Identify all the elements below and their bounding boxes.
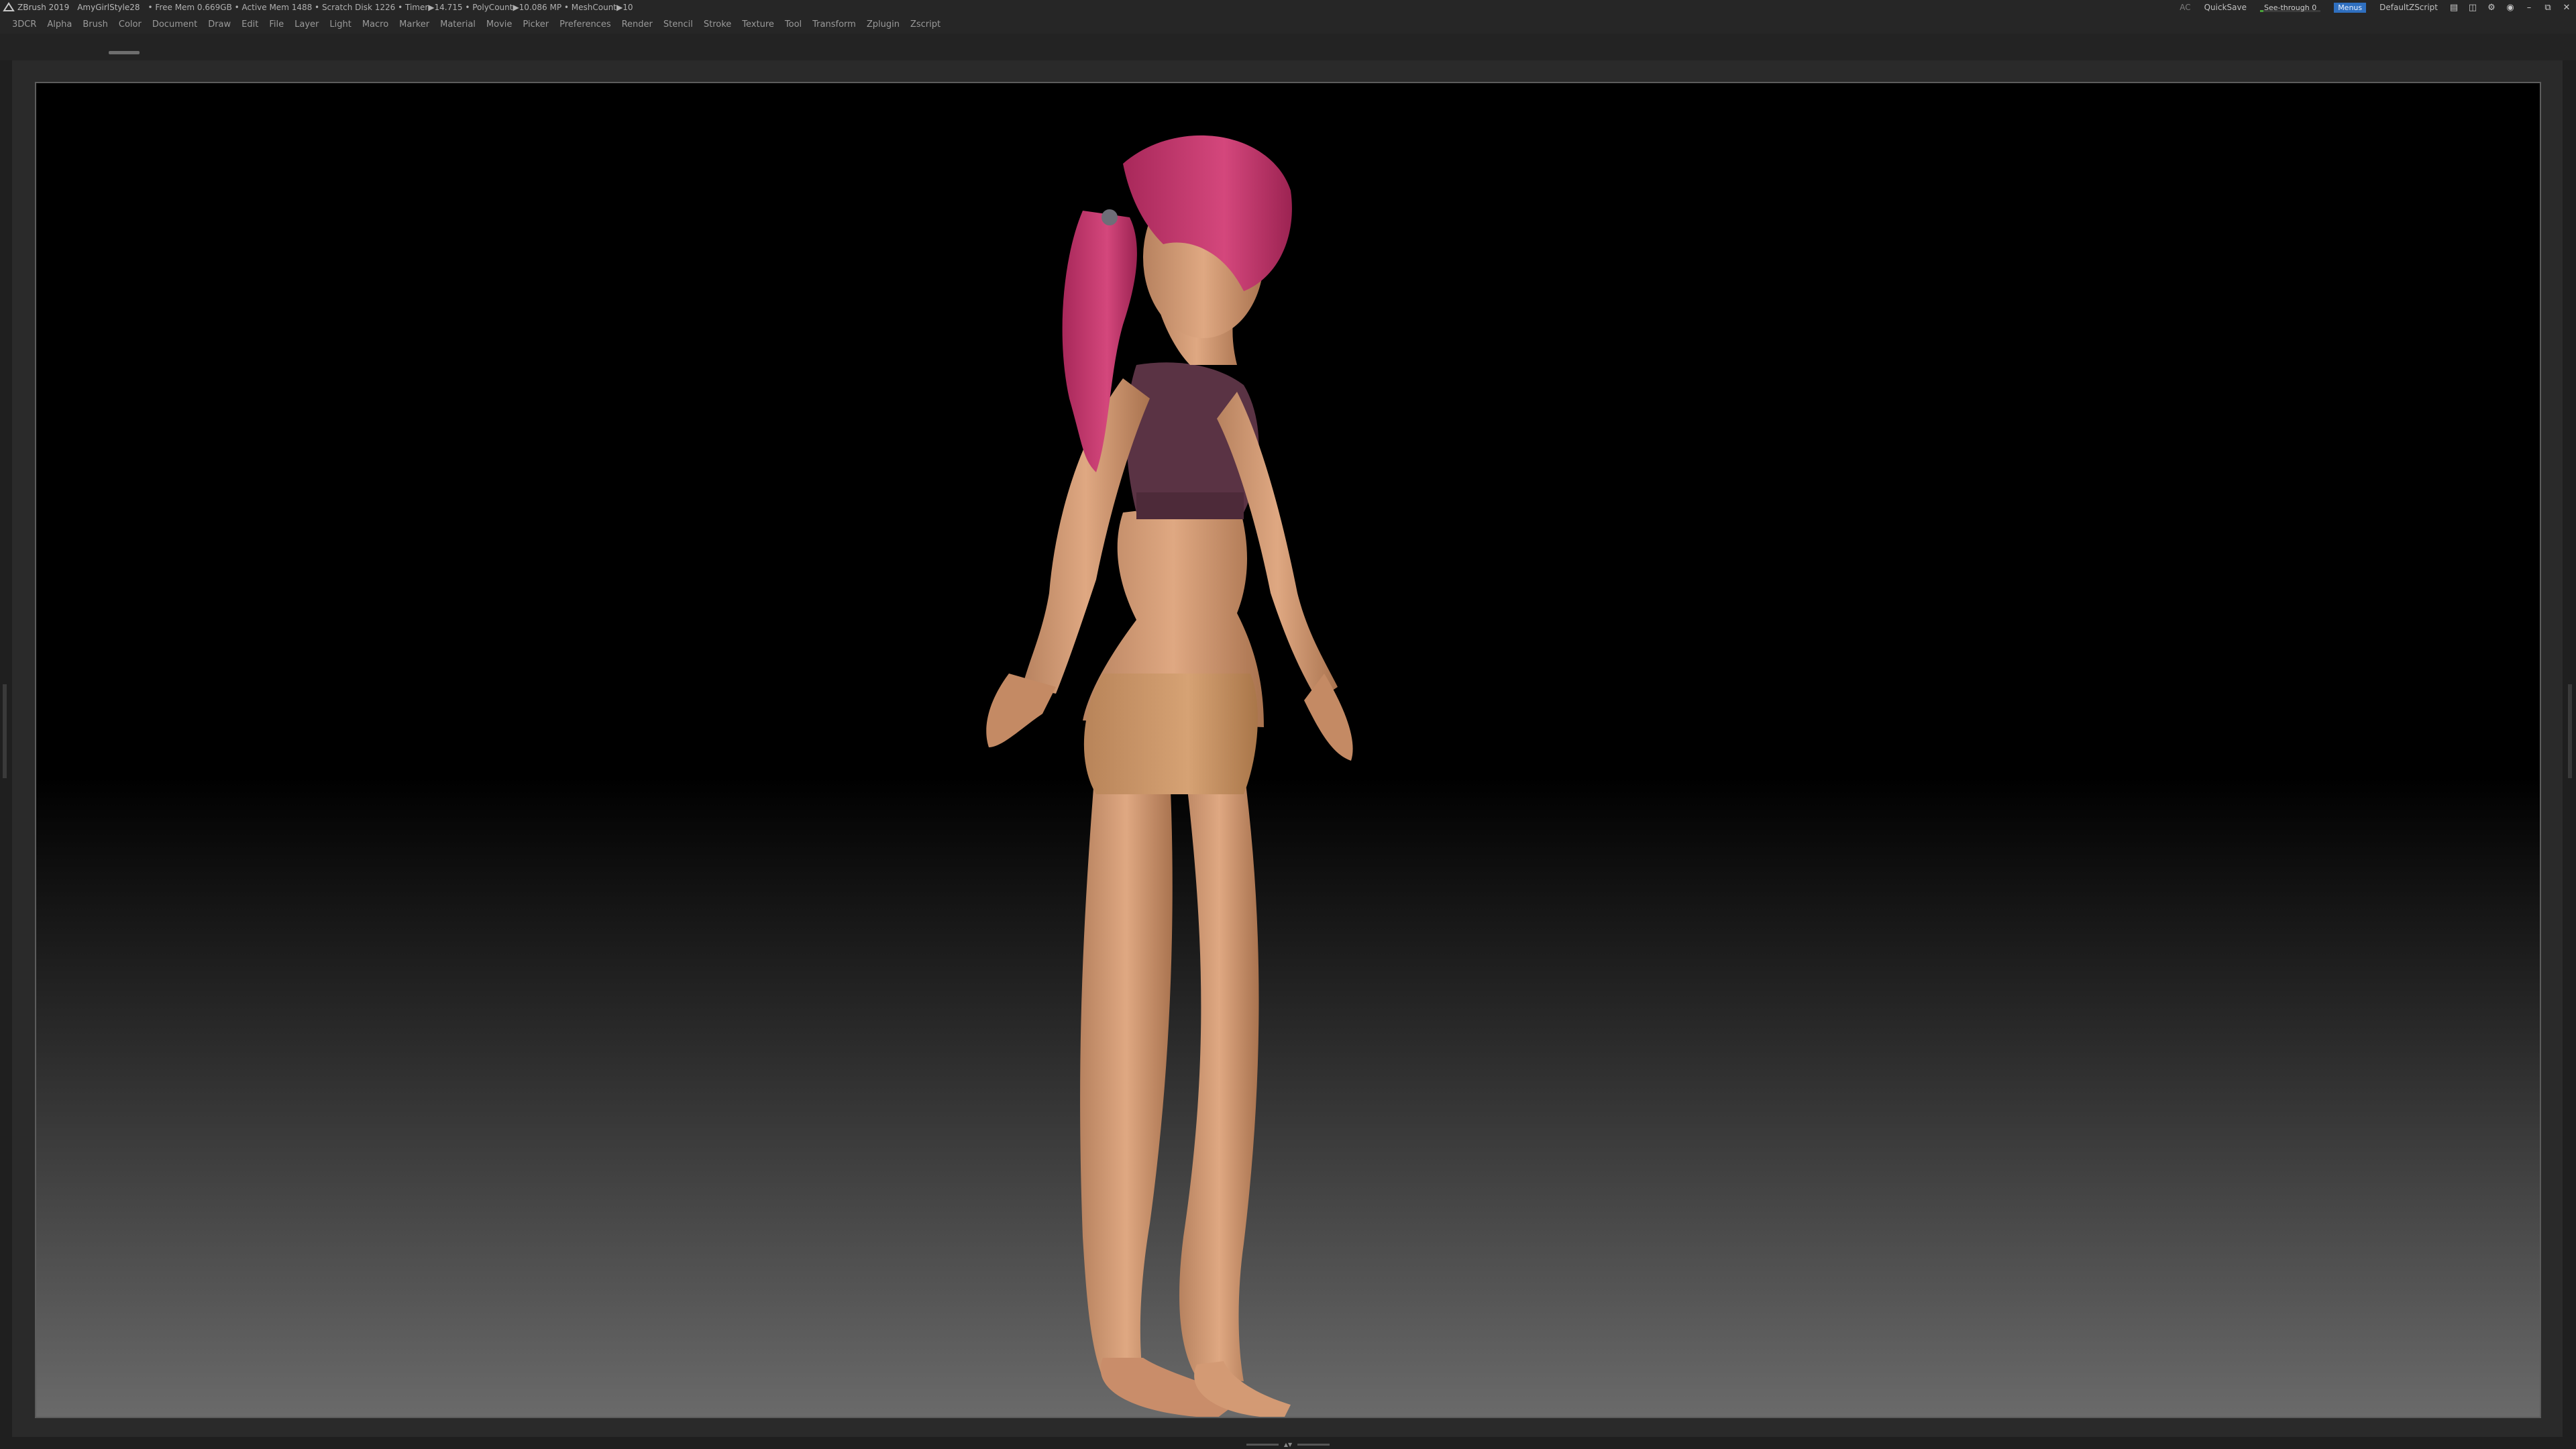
bottom-handle-bar-left: [1246, 1443, 1279, 1446]
menu-3dcr[interactable]: 3DCR: [12, 19, 36, 30]
menu-file[interactable]: File: [269, 19, 284, 30]
menus-button[interactable]: Menus: [2334, 2, 2367, 13]
title-bar-controls: AC QuickSave See-through 0 Menus Default…: [2173, 0, 2576, 15]
document-name: AmyGirlStyle28: [77, 3, 140, 12]
model-legs: [1080, 754, 1291, 1417]
menu-layer[interactable]: Layer: [294, 19, 319, 30]
bottom-handle-bar-right: [1297, 1443, 1330, 1446]
ac-button[interactable]: AC: [2180, 3, 2190, 12]
document-canvas[interactable]: [35, 82, 2541, 1418]
menu-stroke[interactable]: Stroke: [704, 19, 731, 30]
menu-color[interactable]: Color: [119, 19, 142, 30]
default-zscript-button[interactable]: DefaultZScript: [2379, 3, 2438, 12]
shelf-drag-handle[interactable]: [109, 51, 140, 54]
right-tray-handle[interactable]: [2568, 684, 2572, 778]
see-through-label: See-through 0: [2263, 3, 2317, 12]
quicksave-button[interactable]: QuickSave: [2204, 3, 2247, 12]
menu-movie[interactable]: Movie: [486, 19, 512, 30]
sculpt-model: [986, 135, 1353, 1417]
lock-icon[interactable]: ◉: [2501, 0, 2520, 15]
menu-draw[interactable]: Draw: [208, 19, 231, 30]
menu-light[interactable]: Light: [329, 19, 351, 30]
menu-stencil[interactable]: Stencil: [663, 19, 693, 30]
menu-render[interactable]: Render: [622, 19, 653, 30]
layout-icon[interactable]: ◫: [2463, 0, 2482, 15]
menu-zscript[interactable]: Zscript: [910, 19, 941, 30]
menu-zplugin[interactable]: Zplugin: [867, 19, 900, 30]
menu-document[interactable]: Document: [152, 19, 197, 30]
menu-alpha[interactable]: Alpha: [47, 19, 72, 30]
left-tray-handle[interactable]: [3, 684, 7, 778]
restore-icon[interactable]: ⧉: [2538, 0, 2557, 15]
minimize-icon[interactable]: –: [2520, 0, 2538, 15]
menu-brush[interactable]: Brush: [83, 19, 108, 30]
model-shorts: [1083, 674, 1258, 794]
menu-macro[interactable]: Macro: [362, 19, 388, 30]
zbrush-icon[interactable]: [3, 1, 15, 13]
see-through-slider[interactable]: See-through 0: [2259, 3, 2321, 12]
menu-transform[interactable]: Transform: [812, 19, 856, 30]
bottom-tray-handle[interactable]: ▲▼: [1246, 1441, 1330, 1448]
title-bar: ZBrush 2019 AmyGirlStyle28 • Free Mem 0.…: [0, 0, 2576, 15]
app-name: ZBrush 2019: [17, 3, 70, 12]
menu-texture[interactable]: Texture: [742, 19, 774, 30]
menu-marker[interactable]: Marker: [399, 19, 429, 30]
status-readout: • Free Mem 0.669GB • Active Mem 1488 • S…: [148, 3, 633, 12]
menu-edit[interactable]: Edit: [241, 19, 258, 30]
gear-icon[interactable]: ⚙: [2482, 0, 2501, 15]
expand-arrow-icon: ▲▼: [1283, 1441, 1293, 1448]
menu-picker[interactable]: Picker: [523, 19, 549, 30]
model-hair-tie: [1102, 209, 1118, 225]
menu-tool[interactable]: Tool: [785, 19, 802, 30]
see-through-fill: [2259, 9, 2264, 12]
menu-preferences[interactable]: Preferences: [559, 19, 610, 30]
tray-icon[interactable]: ▤: [2445, 0, 2463, 15]
close-icon[interactable]: ✕: [2557, 0, 2576, 15]
menu-material[interactable]: Material: [440, 19, 476, 30]
main-menu-bar: 3DCR Alpha Brush Color Document Draw Edi…: [0, 15, 2576, 34]
top-shelf: [0, 34, 2576, 60]
